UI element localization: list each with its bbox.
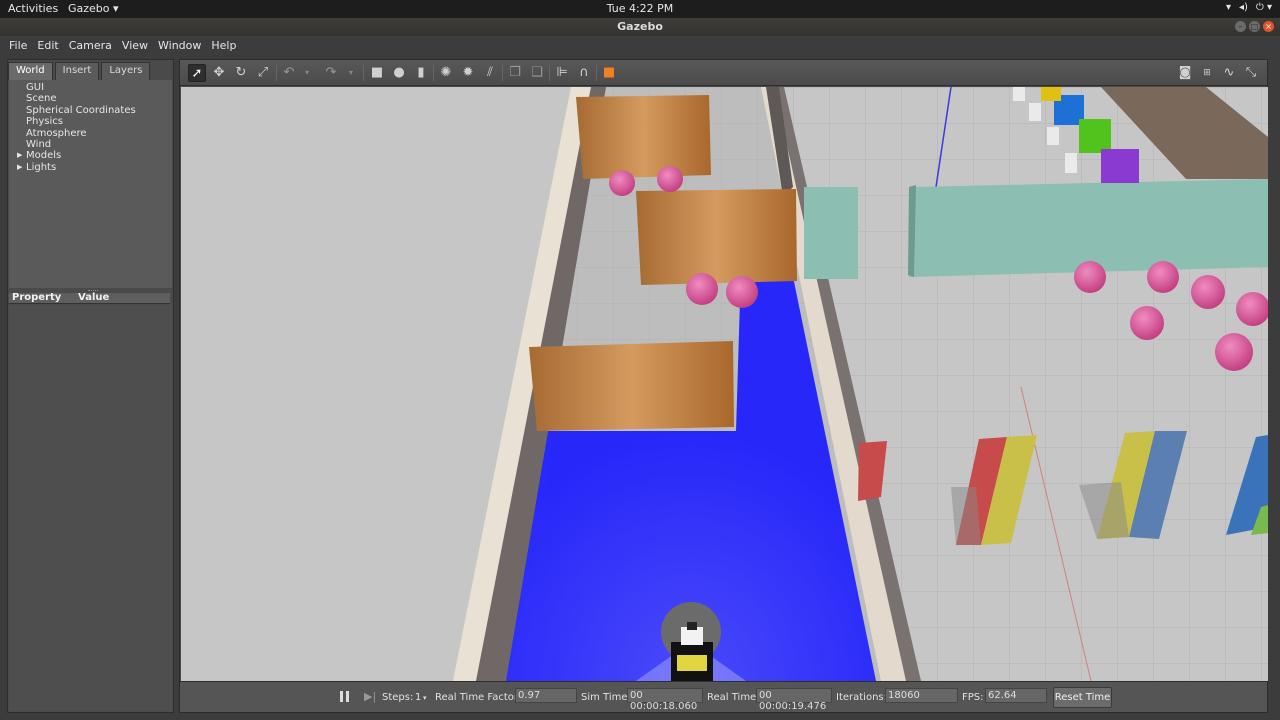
change-view-icon[interactable]: ■ <box>600 64 618 82</box>
fps-label: FPS: <box>962 692 984 703</box>
tree-item-label: Atmosphere <box>26 127 87 139</box>
tab-world[interactable]: World <box>8 62 53 80</box>
world-tree: GUI Scene Spherical Coordinates Physics … <box>9 80 172 288</box>
window-title: Gazebo <box>617 20 663 33</box>
tree-item-wind[interactable]: Wind <box>9 139 172 150</box>
select-arrow-icon[interactable]: ➚ <box>188 64 206 82</box>
menu-edit[interactable]: Edit <box>32 36 63 56</box>
plot-icon[interactable]: ∿ <box>1220 64 1238 82</box>
tree-item-physics[interactable]: Physics <box>9 116 172 127</box>
3d-viewport[interactable] <box>181 87 1268 681</box>
tree-item-atmosphere[interactable]: Atmosphere <box>9 128 172 139</box>
window-controls: – □ × <box>1235 21 1274 32</box>
sphere-icon[interactable]: ● <box>390 64 408 82</box>
tree-item-models[interactable]: ▶ Models <box>9 150 172 161</box>
tree-item-scene[interactable]: Scene <box>9 93 172 104</box>
undo-icon[interactable]: ↶ <box>280 64 298 82</box>
tab-insert[interactable]: Insert <box>54 62 100 80</box>
network-icon[interactable]: ▾ <box>1226 2 1231 13</box>
paste-icon[interactable]: ❏ <box>528 64 546 82</box>
rotate-icon[interactable]: ↻ <box>232 64 250 82</box>
steps-label: Steps: <box>382 692 414 703</box>
chevron-down-icon[interactable]: ▾ <box>423 694 427 702</box>
left-panel: World Insert Layers GUI Scene Spherical … <box>7 59 174 713</box>
render-panel: ➚ ✥ ↻ ⤢ ↶ ▾ ↷ ▾ ■ ● ▮ ✺ ✹ ⫽ ❐ ❏ ⊫ ∩ ■ ◙ … <box>179 59 1268 713</box>
steps-spinner[interactable]: 1 <box>415 692 421 703</box>
close-button[interactable]: × <box>1263 21 1274 32</box>
panel-tabs: World Insert Layers <box>8 60 152 80</box>
tree-item-label: Physics <box>26 116 63 128</box>
redo-icon[interactable]: ↷ <box>322 64 340 82</box>
iterations-label: Iterations: <box>836 692 887 703</box>
maximize-button[interactable]: □ <box>1249 21 1260 32</box>
property-table <box>9 305 172 711</box>
real-time-value: 00 00:00:19.476 <box>756 688 832 712</box>
iterations-value: 18060 <box>885 688 958 703</box>
reset-time-button[interactable]: Reset Time <box>1053 687 1112 708</box>
spot-light-icon[interactable]: ✹ <box>459 64 477 82</box>
tree-item-label: Spherical Coordinates <box>26 104 136 116</box>
value-column-header[interactable]: Value <box>78 292 109 303</box>
window-title-bar: Gazebo – □ × <box>0 18 1280 36</box>
system-top-bar: Activities Gazebo ▾ Tue 4:22 PM ▾ ◂) ⏻ ▾ <box>0 0 1280 18</box>
expand-icon[interactable]: ⤡ <box>1242 64 1260 82</box>
rtf-label: Real Time Factor: <box>435 692 522 703</box>
point-light-icon[interactable]: ✺ <box>437 64 455 82</box>
cylinder-icon[interactable]: ▮ <box>412 64 430 82</box>
box-icon[interactable]: ■ <box>368 64 386 82</box>
clock[interactable]: Tue 4:22 PM <box>0 2 1280 15</box>
tree-item-label: Models <box>26 150 62 162</box>
menu-view[interactable]: View <box>117 36 153 56</box>
scene-render[interactable] <box>181 87 1268 681</box>
menu-window[interactable]: Window <box>153 36 206 56</box>
fps-value: 62.64 <box>985 688 1047 703</box>
expand-arrow-icon[interactable]: ▶ <box>17 162 22 173</box>
property-table-header: Property Value <box>9 292 170 304</box>
status-bar: ▶| Steps: 1 ▾ Real Time Factor: 0.97 Sim… <box>180 681 1267 712</box>
screenshot-icon[interactable]: ◙ <box>1176 64 1194 82</box>
tree-item-label: Lights <box>26 161 57 173</box>
expand-arrow-icon[interactable]: ▶ <box>17 150 22 161</box>
render-toolbar: ➚ ✥ ↻ ⤢ ↶ ▾ ↷ ▾ ■ ● ▮ ✺ ✹ ⫽ ❐ ❏ ⊫ ∩ ■ ◙ … <box>180 60 1267 86</box>
snap-icon[interactable]: ∩ <box>575 64 593 82</box>
menu-bar: File Edit Camera View Window Help <box>0 36 1280 56</box>
scale-icon[interactable]: ⤢ <box>254 64 272 82</box>
real-time-label: Real Time: <box>707 692 760 703</box>
minimize-button[interactable]: – <box>1235 21 1246 32</box>
menu-file[interactable]: File <box>4 36 32 56</box>
rtf-value: 0.97 <box>515 688 577 703</box>
tree-item-label: Wind <box>26 138 52 150</box>
menu-camera[interactable]: Camera <box>64 36 117 56</box>
directional-light-icon[interactable]: ⫽ <box>481 64 499 82</box>
volume-icon[interactable]: ◂) <box>1239 2 1248 13</box>
translate-icon[interactable]: ✥ <box>210 64 228 82</box>
sim-time-value: 00 00:00:18.060 <box>627 688 703 712</box>
pause-button[interactable] <box>338 690 352 704</box>
sim-time-label: Sim Time: <box>581 692 631 703</box>
redo-history-icon[interactable]: ▾ <box>342 64 360 82</box>
tree-item-lights[interactable]: ▶ Lights <box>9 162 172 173</box>
tree-item-label: GUI <box>26 82 45 93</box>
power-icon[interactable]: ⏻ ▾ <box>1256 2 1272 13</box>
tree-item-gui[interactable]: GUI <box>9 82 172 93</box>
copy-icon[interactable]: ❐ <box>506 64 524 82</box>
property-column-header[interactable]: Property <box>12 292 61 303</box>
step-icon[interactable]: ▶| <box>364 690 376 703</box>
system-tray[interactable]: ▾ ◂) ⏻ ▾ <box>1226 2 1272 13</box>
undo-history-icon[interactable]: ▾ <box>298 64 316 82</box>
log-icon[interactable]: ⊞ <box>1198 64 1216 82</box>
menu-help[interactable]: Help <box>206 36 241 56</box>
tab-layers[interactable]: Layers <box>101 62 151 80</box>
tree-item-spherical-coordinates[interactable]: Spherical Coordinates <box>9 105 172 116</box>
tree-item-label: Scene <box>26 93 57 105</box>
align-icon[interactable]: ⊫ <box>553 64 571 82</box>
